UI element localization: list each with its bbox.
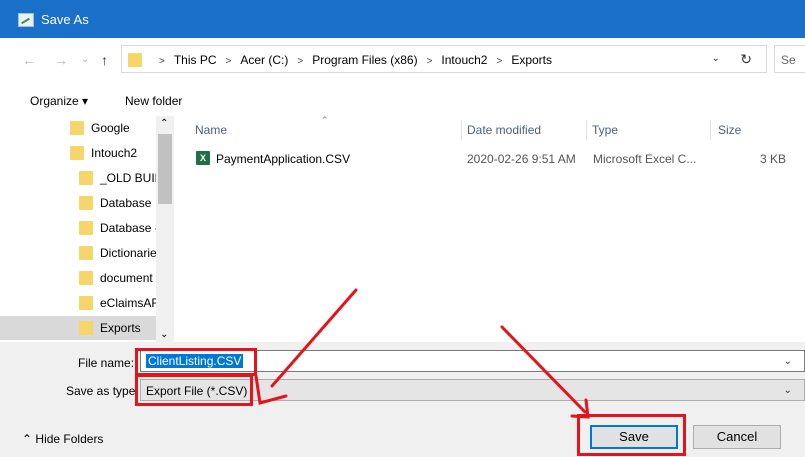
column-header-name[interactable]: Name <box>195 123 227 137</box>
scroll-up-icon[interactable]: ⌃ <box>160 118 168 129</box>
nav-item-label: eClaimsAF <box>100 296 157 310</box>
column-header-date-modified[interactable]: Date modified <box>467 123 541 137</box>
hide-folders-button[interactable]: ⌃ Hide Folders <box>22 432 103 446</box>
chevron-down-icon[interactable]: ⌄ <box>784 385 792 396</box>
crumb-exports[interactable]: Exports <box>511 53 552 67</box>
folder-icon <box>79 171 93 185</box>
nav-item-documents[interactable]: document <box>0 266 157 290</box>
nav-item-label: Database <box>100 196 152 210</box>
recent-locations-chevron-icon[interactable]: ⌄ <box>81 54 89 65</box>
folder-icon <box>79 296 93 310</box>
address-dropdown-chevron-icon[interactable]: ⌄ <box>712 53 720 64</box>
nav-item-intouch2[interactable]: Intouch2 <box>0 141 157 165</box>
crumb-program-files[interactable]: Program Files (x86) <box>312 53 417 67</box>
nav-item-label: Intouch2 <box>91 146 138 160</box>
excel-csv-icon: X <box>196 151 210 165</box>
new-folder-button[interactable]: New folder <box>125 94 182 108</box>
back-arrow-icon[interactable]: ← <box>22 52 36 68</box>
search-input[interactable]: Se <box>774 45 805 73</box>
file-list: ⌃ Name Date modified Type Size X Payment… <box>176 115 805 342</box>
nav-item-google[interactable]: Google <box>0 116 157 140</box>
chevron-up-icon: ⌃ <box>22 432 33 446</box>
chevron-down-icon[interactable]: ⌄ <box>784 356 792 367</box>
file-type-cell: Microsoft Excel C... <box>593 152 697 166</box>
folder-icon <box>70 146 84 160</box>
nav-item-database-2[interactable]: Database - <box>0 216 157 240</box>
file-size-cell: 3 KB <box>760 152 787 166</box>
file-name-value: ClientListing.CSV <box>146 354 244 368</box>
chevron-right-icon: > <box>426 56 433 67</box>
crumb-this-pc[interactable]: This PC <box>174 53 217 67</box>
nav-item-label: _OLD BUIL <box>100 171 157 185</box>
save-as-type-select[interactable]: Export File (*.CSV) ⌄ <box>140 379 805 401</box>
save-as-type-label: Save as type: <box>66 384 139 398</box>
folder-icon <box>70 121 84 135</box>
nav-scrollbar[interactable]: ⌃ ⌄ <box>156 116 174 342</box>
column-divider <box>586 120 587 140</box>
column-header-size[interactable]: Size <box>718 123 741 137</box>
nav-item-label: Dictionarie <box>100 246 157 260</box>
save-button[interactable]: Save <box>590 425 678 449</box>
file-name-cell: PaymentApplication.CSV <box>216 152 351 166</box>
chevron-right-icon: > <box>159 56 165 67</box>
title-bar: Save As <box>0 0 805 38</box>
nav-item-exports[interactable]: Exports <box>0 316 157 340</box>
crumb-acer-c[interactable]: Acer (C:) <box>240 53 288 67</box>
chevron-right-icon: > <box>496 56 503 67</box>
nav-item-label: document <box>100 271 153 285</box>
address-bar[interactable]: > This PC > Acer (C:) > Program Files (x86) > I… <box>121 45 767 73</box>
nav-item-database[interactable]: Database <box>0 191 157 215</box>
file-name-label: File name: <box>78 356 135 370</box>
folder-icon <box>79 321 93 335</box>
folder-icon <box>128 53 142 67</box>
sort-ascending-icon: ⌃ <box>321 115 329 125</box>
refresh-icon[interactable]: ↻ <box>740 51 752 68</box>
forward-arrow-icon[interactable]: → <box>54 52 68 68</box>
nav-item-eclaims[interactable]: eClaimsAF <box>0 291 157 315</box>
file-name-input[interactable]: ClientListing.CSV ⌄ <box>140 350 805 372</box>
column-divider <box>461 120 462 140</box>
toolbar: Organize ▾ New folder <box>0 82 805 117</box>
up-arrow-icon[interactable]: ↑ <box>101 52 108 68</box>
nav-item-old-build[interactable]: _OLD BUIL <box>0 166 157 190</box>
table-row[interactable]: X PaymentApplication.CSV 2020-02-26 9:51… <box>190 146 800 170</box>
folder-icon <box>79 246 93 260</box>
folder-icon <box>79 221 93 235</box>
nav-item-label: Database - <box>100 221 157 235</box>
scroll-down-icon[interactable]: ⌄ <box>160 329 168 340</box>
folder-icon <box>79 196 93 210</box>
cancel-button[interactable]: Cancel <box>693 425 781 449</box>
chevron-right-icon: > <box>225 56 232 67</box>
save-as-type-value: Export File (*.CSV) <box>146 384 248 398</box>
nav-item-label: Google <box>91 121 130 135</box>
scroll-thumb[interactable] <box>158 134 172 204</box>
chevron-right-icon: > <box>297 56 304 67</box>
address-row: ← → ⌄ ↑ > This PC > Acer (C:) > Program Files… <box>0 38 805 82</box>
folder-icon <box>79 271 93 285</box>
nav-item-dictionaries[interactable]: Dictionarie <box>0 241 157 265</box>
hide-folders-label: Hide Folders <box>35 432 104 446</box>
save-options-panel: File name: ClientListing.CSV ⌄ Save as t… <box>0 342 805 457</box>
column-header-type[interactable]: Type <box>592 123 618 137</box>
navigation-pane: Google Intouch2 _OLD BUIL Database Datab… <box>0 116 176 342</box>
file-date-cell: 2020-02-26 9:51 AM <box>467 152 576 166</box>
organize-button[interactable]: Organize ▾ <box>30 94 88 108</box>
breadcrumb: > This PC > Acer (C:) > Program Files (x86) > I… <box>150 53 552 67</box>
save-as-app-icon <box>18 13 34 27</box>
window-title: Save As <box>41 12 89 27</box>
column-divider <box>710 120 711 140</box>
crumb-intouch2[interactable]: Intouch2 <box>441 53 487 67</box>
nav-item-label: Exports <box>100 321 141 335</box>
